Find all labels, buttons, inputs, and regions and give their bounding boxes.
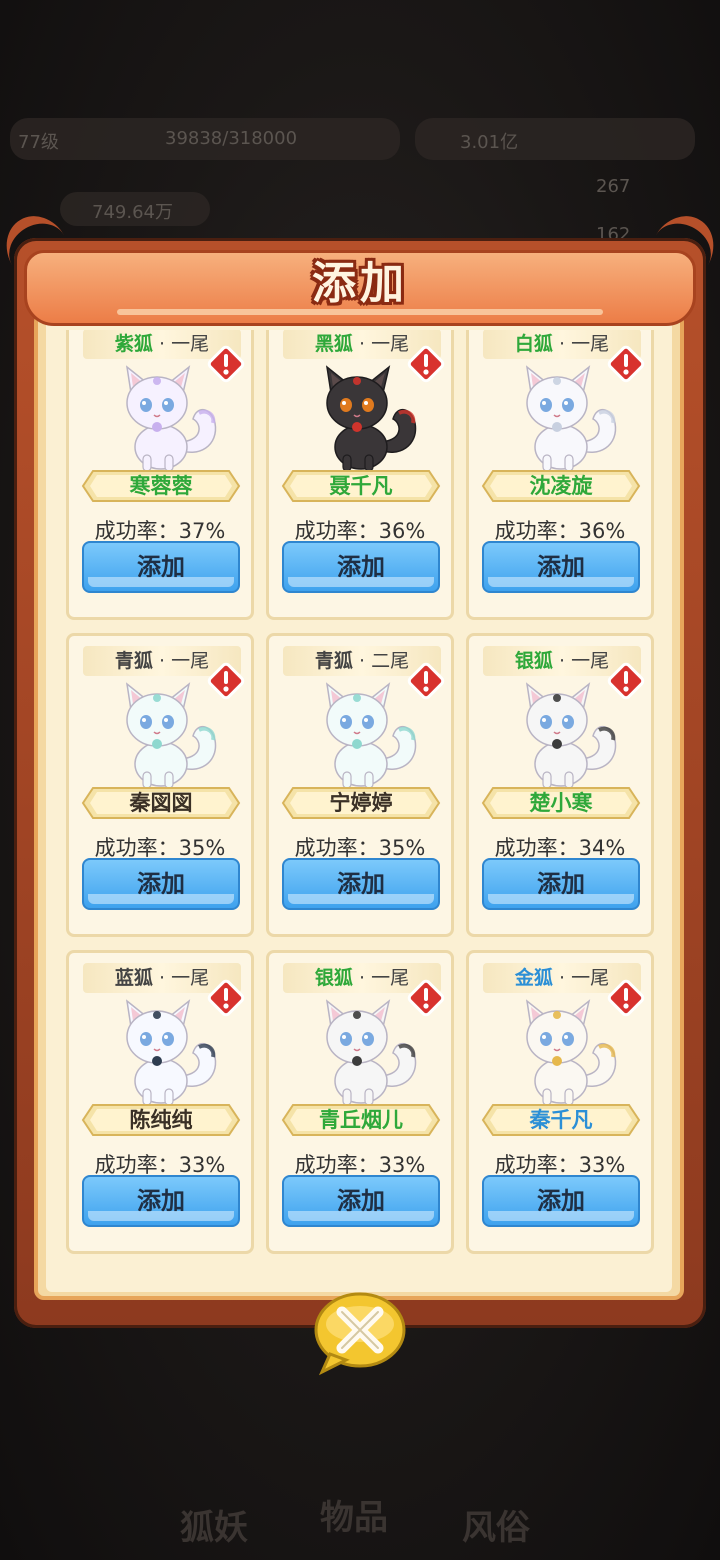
add-button[interactable]: 添加	[482, 1175, 640, 1227]
fox-card: 青狐 · 一尾 秦図図 成功率：35% 添加	[66, 633, 254, 937]
currency-bar	[415, 118, 695, 160]
fox-name: 青丘烟儿	[319, 1108, 403, 1132]
species-label: 银狐	[514, 650, 553, 672]
tail-label: 一尾	[371, 333, 410, 355]
tag-separator: ·	[558, 650, 572, 672]
fox-portrait	[503, 680, 623, 792]
fox-portrait	[303, 997, 423, 1109]
fox-portrait-icon	[525, 682, 617, 789]
species-label: 金狐	[514, 967, 553, 989]
fox-portrait	[303, 363, 423, 475]
fox-portrait-icon	[125, 682, 217, 789]
add-button[interactable]: 添加	[282, 858, 440, 910]
species-label: 青狐	[114, 650, 153, 672]
tag-separator: ·	[558, 333, 572, 355]
fox-portrait	[503, 997, 623, 1109]
fox-portrait	[103, 997, 223, 1109]
tail-label: 一尾	[571, 333, 610, 355]
tag-separator: ·	[558, 967, 572, 989]
tail-label: 二尾	[371, 650, 410, 672]
fox-portrait	[503, 363, 623, 475]
fox-card: 紫狐 · 一尾 寒蓉蓉 成功率：37% 添加	[66, 330, 254, 620]
fox-name: 寒蓉蓉	[129, 474, 193, 498]
add-button[interactable]: 添加	[82, 858, 240, 910]
species-label: 紫狐	[114, 333, 153, 355]
fox-portrait-icon	[325, 682, 417, 789]
fox-card: 金狐 · 一尾 秦千凡 成功率：33% 添加	[466, 950, 654, 1254]
tail-label: 一尾	[571, 967, 610, 989]
fox-name: 秦千凡	[529, 1108, 593, 1132]
fox-name: 秦図図	[129, 791, 193, 815]
tag-separator: ·	[358, 967, 372, 989]
tail-label: 一尾	[171, 650, 210, 672]
fox-portrait-icon	[325, 365, 417, 472]
close-x-icon	[314, 1292, 406, 1376]
footer-label-0: 狐妖	[180, 1508, 248, 1548]
tail-label: 一尾	[171, 967, 210, 989]
tag-separator: ·	[358, 650, 372, 672]
add-button[interactable]: 添加	[82, 1175, 240, 1227]
close-button[interactable]	[310, 1290, 410, 1380]
fox-card: 银狐 · 一尾 青丘烟儿 成功率：33% 添加	[266, 950, 454, 1254]
add-button[interactable]: 添加	[482, 541, 640, 593]
fox-portrait-icon	[525, 365, 617, 472]
tag-separator: ·	[158, 333, 172, 355]
fox-name: 聂千凡	[329, 474, 393, 498]
fox-name: 陈纯纯	[129, 1108, 193, 1132]
fox-portrait	[103, 363, 223, 475]
dialog-title: 添加	[312, 258, 408, 309]
species-label: 青狐	[314, 650, 353, 672]
fox-card: 蓝狐 · 一尾 陈纯纯 成功率：33% 添加	[66, 950, 254, 1254]
fox-portrait-icon	[525, 999, 617, 1106]
tag-separator: ·	[158, 967, 172, 989]
fox-card: 银狐 · 一尾 楚小寒 成功率：34% 添加	[466, 633, 654, 937]
add-button[interactable]: 添加	[482, 858, 640, 910]
stat-a-text: 267	[596, 176, 631, 197]
fox-portrait-icon	[325, 999, 417, 1106]
add-button[interactable]: 添加	[82, 541, 240, 593]
species-label: 白狐	[514, 333, 553, 355]
tag-separator: ·	[158, 650, 172, 672]
add-button[interactable]: 添加	[282, 541, 440, 593]
fox-card-grid: 紫狐 · 一尾 寒蓉蓉 成功率：37% 添加 黑狐 · 一尾 聂千凡 成功率：3…	[66, 330, 656, 1270]
tail-label: 一尾	[571, 650, 610, 672]
footer-label-1: 物品	[320, 1498, 388, 1538]
fox-name: 宁婷婷	[329, 791, 393, 815]
species-label: 蓝狐	[114, 967, 153, 989]
species-label: 银狐	[314, 967, 353, 989]
fox-portrait-icon	[125, 999, 217, 1106]
footer-label-2: 风俗	[462, 1508, 530, 1548]
fox-portrait	[303, 680, 423, 792]
exp-text: 39838/318000	[165, 128, 298, 149]
fox-card: 黑狐 · 一尾 聂千凡 成功率：36% 添加	[266, 330, 454, 620]
fox-card: 青狐 · 二尾 宁婷婷 成功率：35% 添加	[266, 633, 454, 937]
fox-card: 白狐 · 一尾 沈凌旋 成功率：36% 添加	[466, 330, 654, 620]
add-button[interactable]: 添加	[282, 1175, 440, 1227]
tail-label: 一尾	[371, 967, 410, 989]
species-label: 黑狐	[314, 333, 353, 355]
gold-text: 749.64万	[92, 202, 173, 223]
fox-portrait-icon	[125, 365, 217, 472]
fox-portrait	[103, 680, 223, 792]
tail-label: 一尾	[171, 333, 210, 355]
fox-name: 楚小寒	[529, 791, 593, 815]
level-text: 77级	[18, 132, 59, 153]
tag-separator: ·	[358, 333, 372, 355]
currency-text: 3.01亿	[460, 132, 519, 153]
fox-name: 沈凌旋	[529, 474, 593, 498]
